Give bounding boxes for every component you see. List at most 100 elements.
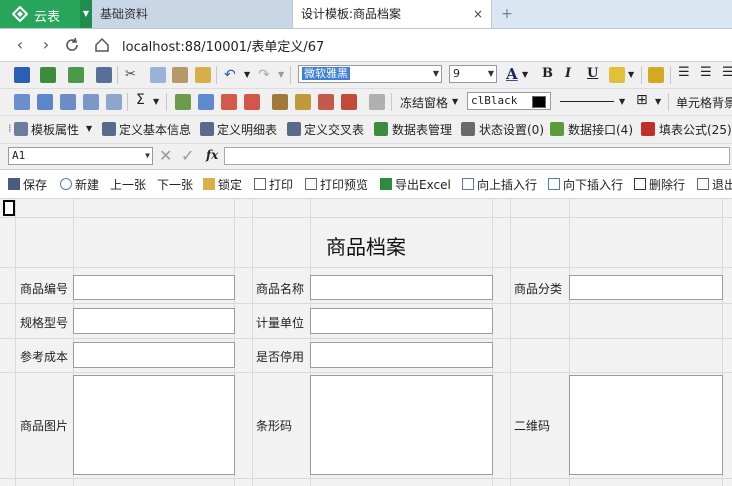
url-field[interactable]: localhost:88/10001/表单定义/67 xyxy=(122,36,324,55)
table-4-icon[interactable] xyxy=(83,94,99,110)
insert-row-icon[interactable] xyxy=(175,94,191,110)
lock-button[interactable]: 锁定 xyxy=(203,176,242,193)
template-props-button[interactable]: 模板属性 xyxy=(31,121,79,138)
border-dropdown-icon[interactable]: ▼ xyxy=(655,97,661,106)
table-3-icon[interactable] xyxy=(60,94,76,110)
disabled-input[interactable] xyxy=(310,342,493,368)
align-right-icon[interactable]: ☰ xyxy=(722,65,732,80)
cell-ref-select[interactable]: A1 ▼ xyxy=(8,147,153,165)
print-preview-button[interactable]: 打印预览 xyxy=(305,176,368,193)
data-table-manage-button[interactable]: 数据表管理 xyxy=(392,121,452,138)
product-image-box[interactable] xyxy=(73,375,235,475)
align-left-icon[interactable]: ☰ xyxy=(678,65,690,80)
tab-design-template[interactable]: 设计模板:商品档案 × xyxy=(292,0,492,28)
insert-col-icon[interactable] xyxy=(198,94,214,110)
merge-icon[interactable] xyxy=(272,94,288,110)
save-button[interactable]: 保存 xyxy=(8,176,47,193)
forward-icon[interactable]: › xyxy=(36,35,56,55)
print-button[interactable]: 打印 xyxy=(254,176,293,193)
reload-icon[interactable] xyxy=(63,36,81,54)
confirm-icon[interactable]: ✓ xyxy=(181,146,194,165)
product-code-input[interactable] xyxy=(73,275,235,300)
barcode-box[interactable] xyxy=(310,375,493,475)
data-interface-button[interactable]: 数据接口(4) xyxy=(568,121,633,138)
define-cross-table-button[interactable]: 定义交叉表 xyxy=(304,121,364,138)
format-painter-icon[interactable] xyxy=(195,67,211,83)
new-button[interactable]: 新建 xyxy=(60,176,99,193)
fill-formula-button[interactable]: 填表公式(25) xyxy=(659,121,732,138)
font-size-select[interactable]: 9 ▼ xyxy=(449,65,497,83)
formula-input[interactable] xyxy=(224,147,730,165)
delete-row-button[interactable]: 删除行 xyxy=(634,176,685,193)
clear-format-icon[interactable] xyxy=(341,94,357,110)
back-icon[interactable]: ‹ xyxy=(10,35,30,55)
qrcode-box[interactable] xyxy=(569,375,723,475)
sum-dropdown-icon[interactable]: ▼ xyxy=(153,97,159,106)
cut-icon[interactable]: ✂ xyxy=(125,67,141,83)
export-excel-button[interactable]: 导出Excel xyxy=(380,176,451,193)
import-icon[interactable] xyxy=(96,67,112,83)
previous-button[interactable]: 上一张 xyxy=(110,176,146,193)
insert-row-below-button[interactable]: 向下插入行 xyxy=(548,176,623,193)
freeze-dropdown-icon[interactable]: ▼ xyxy=(452,97,458,106)
paste-icon[interactable] xyxy=(172,67,188,83)
spreadsheet[interactable]: 商品档案 商品编号 商品名称 商品分类 规格型号 计量单位 参考成本 是否停用 … xyxy=(0,199,732,486)
formula-bar: A1 ▼ ✕ ✓ fx xyxy=(0,144,732,170)
delete-row-icon[interactable] xyxy=(221,94,237,110)
app-dropdown-icon[interactable]: ▼ xyxy=(80,0,92,28)
font-color-dropdown-icon[interactable]: ▼ xyxy=(522,70,528,79)
fx-icon[interactable]: fx xyxy=(206,148,218,162)
lock-icon[interactable] xyxy=(648,67,664,83)
grid-green-icon[interactable] xyxy=(40,67,56,83)
define-basic-info-button[interactable]: 定义基本信息 xyxy=(119,121,191,138)
tab-basic-data[interactable]: 基础资料 xyxy=(92,0,292,28)
next-button[interactable]: 下一张 xyxy=(157,176,193,193)
table-5-icon[interactable] xyxy=(106,94,122,110)
table-2-icon[interactable] xyxy=(37,94,53,110)
save-file-icon[interactable] xyxy=(14,67,30,83)
table-icon[interactable] xyxy=(14,94,30,110)
redo-dropdown-icon[interactable]: ▼ xyxy=(278,70,284,79)
grid-green-2-icon[interactable] xyxy=(68,67,84,83)
color-select[interactable]: clBlack xyxy=(467,92,551,110)
status-settings-button[interactable]: 状态设置(0) xyxy=(479,121,544,138)
address-bar: ‹ › localhost:88/10001/表单定义/67 xyxy=(0,29,732,62)
new-tab-icon[interactable]: + xyxy=(498,5,516,23)
bold-button[interactable]: B xyxy=(542,66,553,81)
freeze-panes-button[interactable]: 冻结窗格 xyxy=(400,94,448,111)
undo-icon[interactable]: ↶ xyxy=(224,67,240,83)
sum-icon[interactable]: Σ xyxy=(136,92,145,108)
reference-cost-input[interactable] xyxy=(73,342,235,368)
product-name-input[interactable] xyxy=(310,275,493,300)
fill-color-icon[interactable] xyxy=(609,67,625,83)
redo-icon[interactable]: ↷ xyxy=(258,67,274,83)
home-icon[interactable] xyxy=(93,36,111,54)
split-icon[interactable] xyxy=(295,94,311,110)
line-style-preview[interactable] xyxy=(560,101,614,102)
delete-col-icon[interactable] xyxy=(244,94,260,110)
fill-color-dropdown-icon[interactable]: ▼ xyxy=(628,70,634,79)
font-color-icon[interactable]: A xyxy=(506,65,518,83)
percent-icon[interactable] xyxy=(369,94,385,110)
close-tab-icon[interactable]: × xyxy=(473,0,483,28)
template-props-dropdown-icon[interactable]: ▼ xyxy=(86,124,92,133)
exit-button[interactable]: 退出 xyxy=(697,176,732,193)
italic-button[interactable]: I xyxy=(565,66,571,81)
border-icon[interactable]: ⊞ xyxy=(636,92,648,108)
line-style-dropdown-icon[interactable]: ▼ xyxy=(619,97,625,106)
product-category-input[interactable] xyxy=(569,275,723,300)
clear-icon[interactable] xyxy=(318,94,334,110)
spec-model-input[interactable] xyxy=(73,308,235,334)
copy-icon[interactable] xyxy=(150,67,166,83)
cancel-icon[interactable]: ✕ xyxy=(159,146,172,165)
define-detail-table-button[interactable]: 定义明细表 xyxy=(217,121,277,138)
align-center-icon[interactable]: ☰ xyxy=(700,65,712,80)
select-all-corner[interactable] xyxy=(3,200,15,216)
underline-button[interactable]: U xyxy=(587,66,598,81)
insert-row-above-button[interactable]: 向上插入行 xyxy=(462,176,537,193)
cell-background-button[interactable]: 单元格背景 xyxy=(676,94,732,111)
undo-dropdown-icon[interactable]: ▼ xyxy=(244,70,250,79)
font-name-select[interactable]: 微软雅黑 ▼ xyxy=(298,65,442,83)
app-menu-button[interactable]: 云表 xyxy=(0,0,80,28)
unit-input[interactable] xyxy=(310,308,493,334)
